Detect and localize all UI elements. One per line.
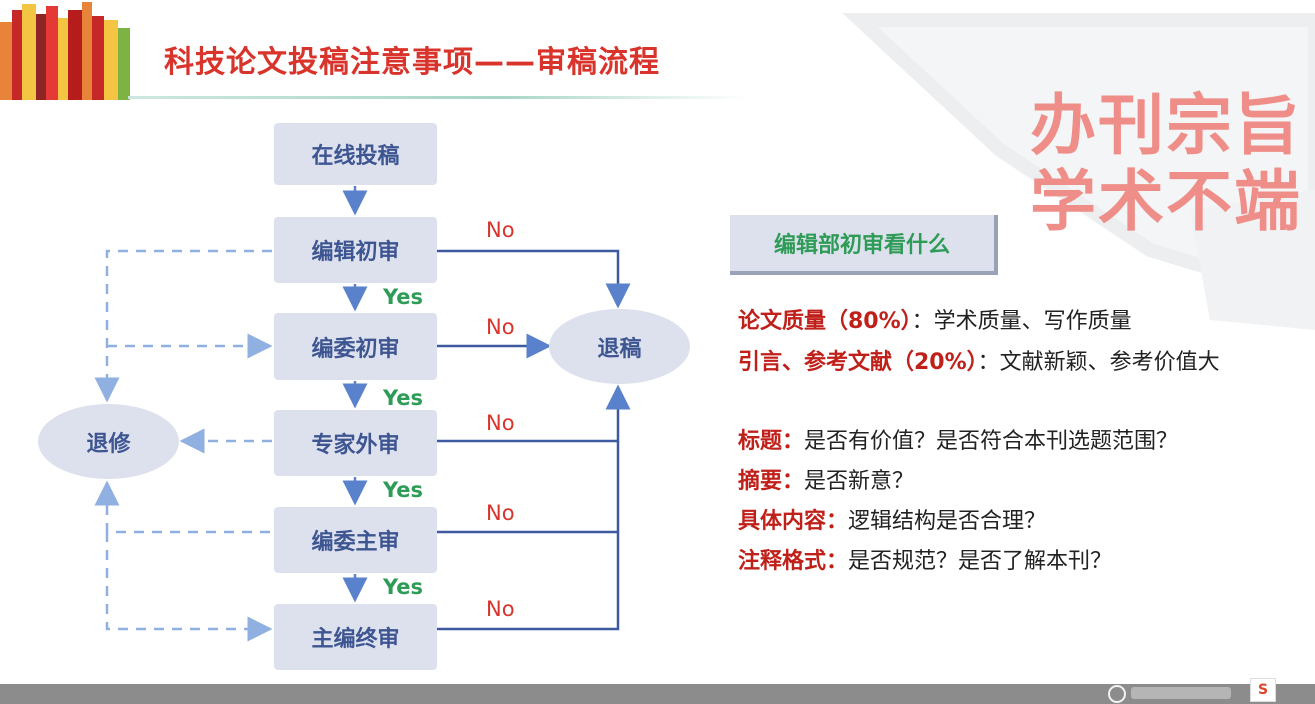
criterion-key: 标题： (738, 429, 805, 454)
reject-node: 退稿 (549, 309, 690, 384)
criterion-text: 是否有价值？是否符合本刊选题范围？ (804, 429, 1179, 454)
no-label-5: No (486, 597, 515, 621)
no-label-1: No (486, 218, 515, 242)
criterion-key: 具体内容： (738, 509, 849, 534)
yes-label-1: Yes (383, 285, 424, 309)
criterion-key: 论文质量（80%） (738, 309, 912, 334)
s-app-icon[interactable]: S (1250, 678, 1276, 702)
no-label-3: No (486, 411, 515, 435)
criterion-key: 引言、参考文献（20%） (738, 350, 978, 375)
criterion-title: 标题：是否有价值？是否符合本刊选题范围？ (738, 422, 1298, 462)
video-watermark-logo (1108, 685, 1231, 703)
step-editor-initial-review: 编辑初审 (274, 217, 437, 283)
yes-label-2: Yes (383, 386, 424, 410)
yes-label-3: Yes (383, 478, 424, 502)
criterion-text: ：文献新颖、参考价值大 (977, 350, 1220, 375)
criterion-text: 逻辑结构是否合理？ (848, 509, 1047, 534)
step-online-submission: 在线投稿 (274, 123, 437, 185)
criterion-key: 注释格式： (738, 549, 849, 574)
criterion-text: 是否新意？ (804, 469, 915, 494)
criterion-content: 具体内容：逻辑结构是否合理？ (738, 502, 1298, 542)
revise-node: 退修 (38, 404, 179, 479)
criterion-text: 是否规范？是否了解本刊？ (848, 549, 1113, 574)
step-board-main-review: 编委主审 (274, 507, 437, 573)
no-label-2: No (486, 315, 515, 339)
criterion-key: 摘要： (738, 469, 805, 494)
criterion-format: 注释格式：是否规范？是否了解本刊？ (738, 542, 1298, 582)
editor-review-callout: 编辑部初审看什么 (730, 215, 998, 275)
no-label-4: No (486, 501, 515, 525)
step-chief-final-review: 主编终审 (274, 604, 437, 670)
yes-label-4: Yes (383, 575, 424, 599)
criterion-references: 引言、参考文献（20%）：文献新颖、参考价值大 (738, 343, 1278, 383)
criterion-text: ：学术质量、写作质量 (911, 309, 1132, 334)
criterion-abstract: 摘要：是否新意？ (738, 462, 1298, 502)
step-external-review: 专家外审 (274, 410, 437, 476)
criterion-quality: 论文质量（80%）：学术质量、写作质量 (738, 302, 1298, 342)
step-board-initial-review: 编委初审 (274, 313, 437, 380)
